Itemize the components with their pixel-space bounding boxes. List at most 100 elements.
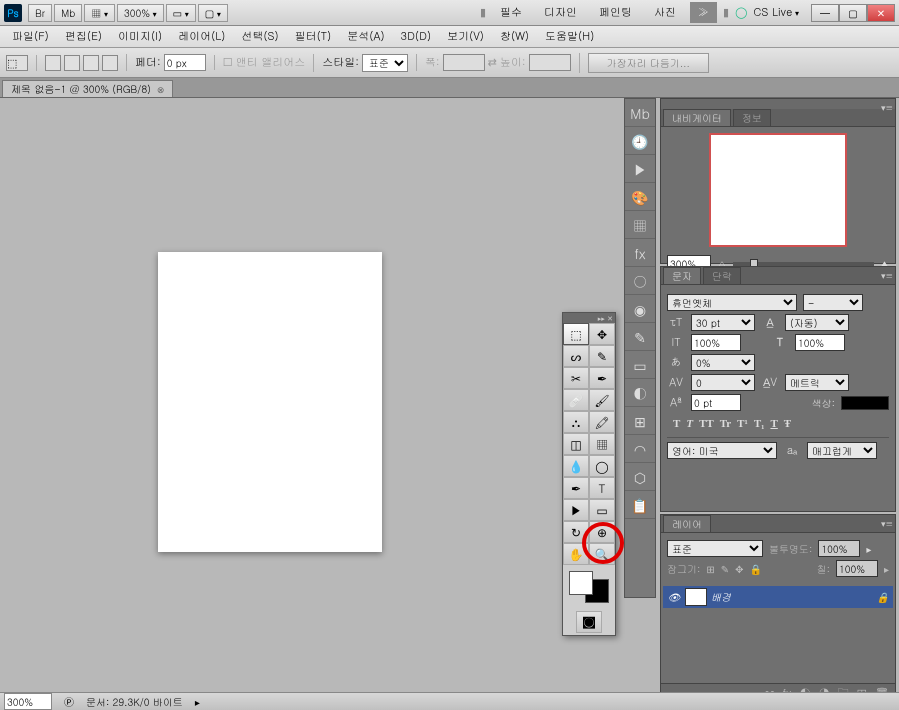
menu-3d[interactable]: 3D(D) — [395, 27, 437, 46]
screenmode-dropdown[interactable]: ▢ — [198, 4, 228, 22]
new-selection-button[interactable] — [45, 55, 61, 71]
paths-panel-icon[interactable]: ◠ — [625, 435, 655, 463]
eraser-tool[interactable]: ◫ — [563, 433, 589, 455]
canvas[interactable] — [158, 252, 382, 552]
quickselect-tool[interactable]: ✎ — [589, 345, 615, 367]
zoom-tool[interactable]: 🔍 — [589, 543, 615, 565]
pathselect-tool[interactable]: ▶ — [563, 499, 589, 521]
clonesource-panel-icon[interactable]: ✎ — [625, 323, 655, 351]
bridge-button[interactable]: Br — [28, 4, 52, 22]
actions-panel-icon[interactable]: ▶ — [625, 155, 655, 183]
maximize-button[interactable]: ▢ — [839, 4, 867, 22]
style-select[interactable]: 표준 — [362, 54, 408, 72]
minimize-button[interactable]: ━ — [811, 4, 839, 22]
workspace-tab-essentials[interactable]: 필수 — [492, 2, 530, 23]
antialiasing-select[interactable]: 매끄럽게 — [807, 442, 877, 459]
underline-button[interactable]: T — [770, 418, 777, 430]
swatches-panel-icon[interactable]: 🎨 — [625, 183, 655, 211]
lasso-tool[interactable]: ᔕ — [563, 345, 589, 367]
type-tool[interactable]: T — [589, 477, 615, 499]
layer-row-background[interactable]: 👁 배경 🔒 — [663, 586, 893, 608]
blend-mode-select[interactable]: 표준 — [667, 540, 763, 557]
refine-edge-button[interactable]: 가장자리 다듬기... — [588, 53, 709, 73]
menu-layer[interactable]: 레이어(L) — [172, 27, 231, 46]
intersect-selection-button[interactable] — [102, 55, 118, 71]
panel-menu-icon[interactable]: ▾≡ — [881, 269, 893, 282]
brush-tool[interactable]: 🖌 — [589, 389, 615, 411]
smallcaps-button[interactable]: Tr — [720, 418, 731, 430]
styles-panel-icon[interactable]: ▦ — [625, 211, 655, 239]
pen-tool[interactable]: ✒ — [563, 477, 589, 499]
hscale-input[interactable] — [795, 334, 845, 351]
minibridge-panel-icon[interactable]: Mb — [625, 99, 655, 127]
leading-select[interactable]: (자동) — [785, 314, 849, 331]
3d-panel-icon[interactable]: ⬡ — [625, 463, 655, 491]
cslive-button[interactable]: CS Live — [753, 5, 799, 20]
healingbrush-tool[interactable]: 🩹 — [563, 389, 589, 411]
masks-panel-icon[interactable]: ▭ — [625, 351, 655, 379]
historybrush-tool[interactable]: 🖍 — [589, 411, 615, 433]
shape-tool[interactable]: ▭ — [589, 499, 615, 521]
menu-help[interactable]: 도움말(H) — [539, 27, 600, 46]
eyedropper-tool[interactable]: ✒ — [589, 367, 615, 389]
foreground-color-swatch[interactable] — [569, 571, 593, 595]
tools-collapse-icon[interactable]: ▸▸ ✕ — [563, 313, 615, 323]
fx-panel-icon[interactable]: fx — [625, 239, 655, 267]
history-panel-icon[interactable]: 🕘 — [625, 127, 655, 155]
dodge-tool[interactable]: ◯ — [589, 455, 615, 477]
workspace-tab-design[interactable]: 디자인 — [536, 2, 585, 23]
vscale-input[interactable] — [691, 334, 741, 351]
strikethrough-button[interactable]: Ŧ — [784, 418, 791, 430]
superscript-button[interactable]: T¹ — [737, 418, 748, 430]
font-size-select[interactable]: 30 pt — [691, 314, 755, 331]
status-zoom-input[interactable] — [4, 693, 52, 710]
workspace-tab-photo[interactable]: 사진 — [646, 2, 684, 23]
menu-select[interactable]: 선택(S) — [235, 27, 284, 46]
menu-image[interactable]: 이미지(I) — [112, 27, 168, 46]
kerning-select[interactable]: 0 — [691, 374, 755, 391]
move-tool[interactable]: ✥ — [589, 323, 615, 345]
view-extras-dropdown[interactable]: ▦ — [84, 4, 115, 22]
channels-panel-icon[interactable]: ⊞ — [625, 407, 655, 435]
gradient-tool[interactable]: ▦ — [589, 433, 615, 455]
document-tab[interactable]: 제목 없음-1 @ 300% (RGB/8) ⊗ — [2, 80, 173, 97]
3dcamera-tool[interactable]: ⊕ — [589, 521, 615, 543]
paragraph-tab[interactable]: 단락 — [703, 267, 741, 284]
navigator-tab[interactable]: 내비게이터 — [663, 109, 731, 126]
close-doc-icon[interactable]: ⊗ — [157, 83, 165, 96]
menu-analysis[interactable]: 분석(A) — [341, 27, 390, 46]
lock-all-icon[interactable]: 🔒 — [750, 562, 762, 576]
panel-menu-icon[interactable]: ▾≡ — [881, 517, 893, 530]
close-button[interactable]: ✕ — [867, 4, 895, 22]
menu-view[interactable]: 보기(V) — [441, 27, 490, 46]
quickmask-button[interactable]: ◙ — [576, 611, 602, 633]
subscript-button[interactable]: T₁ — [754, 418, 765, 430]
3drotate-tool[interactable]: ↻ — [563, 521, 589, 543]
language-select[interactable]: 영어: 미국 — [667, 442, 777, 459]
measurelog-panel-icon[interactable]: 📋 — [625, 491, 655, 519]
lock-pixels-icon[interactable]: ✎ — [721, 562, 729, 576]
menu-file[interactable]: 파일(F) — [6, 27, 55, 46]
blur-tool[interactable]: 💧 — [563, 455, 589, 477]
marquee-tool[interactable]: ⬚ — [563, 323, 589, 345]
subtract-selection-button[interactable] — [83, 55, 99, 71]
menu-edit[interactable]: 편집(E) — [59, 27, 108, 46]
visibility-icon[interactable]: 👁 — [667, 590, 681, 604]
adjustments-panel-icon[interactable]: ◐ — [625, 379, 655, 407]
fill-arrow-icon[interactable]: ▸ — [884, 562, 889, 576]
zoom-dropdown[interactable]: 300% — [117, 4, 164, 22]
arrange-dropdown[interactable]: ▭ — [166, 4, 196, 22]
character-tab[interactable]: 문자 — [663, 267, 701, 284]
navigator-zoom-slider[interactable] — [733, 262, 874, 266]
clonestamp-tool[interactable]: ⛬ — [563, 411, 589, 433]
workspace-more[interactable]: ≫ — [690, 2, 717, 23]
font-family-select[interactable]: 휴먼옛체 — [667, 294, 797, 311]
color-swatches[interactable] — [567, 569, 611, 605]
hand-tool[interactable]: ✋ — [563, 543, 589, 565]
feather-input[interactable] — [164, 54, 206, 71]
text-color-swatch[interactable] — [841, 396, 889, 410]
metrics-select[interactable]: 메트릭 — [785, 374, 849, 391]
opacity-arrow-icon[interactable]: ▸ — [866, 542, 871, 556]
layer-thumbnail[interactable] — [685, 588, 707, 606]
minibridge-button[interactable]: Mb — [54, 4, 82, 22]
